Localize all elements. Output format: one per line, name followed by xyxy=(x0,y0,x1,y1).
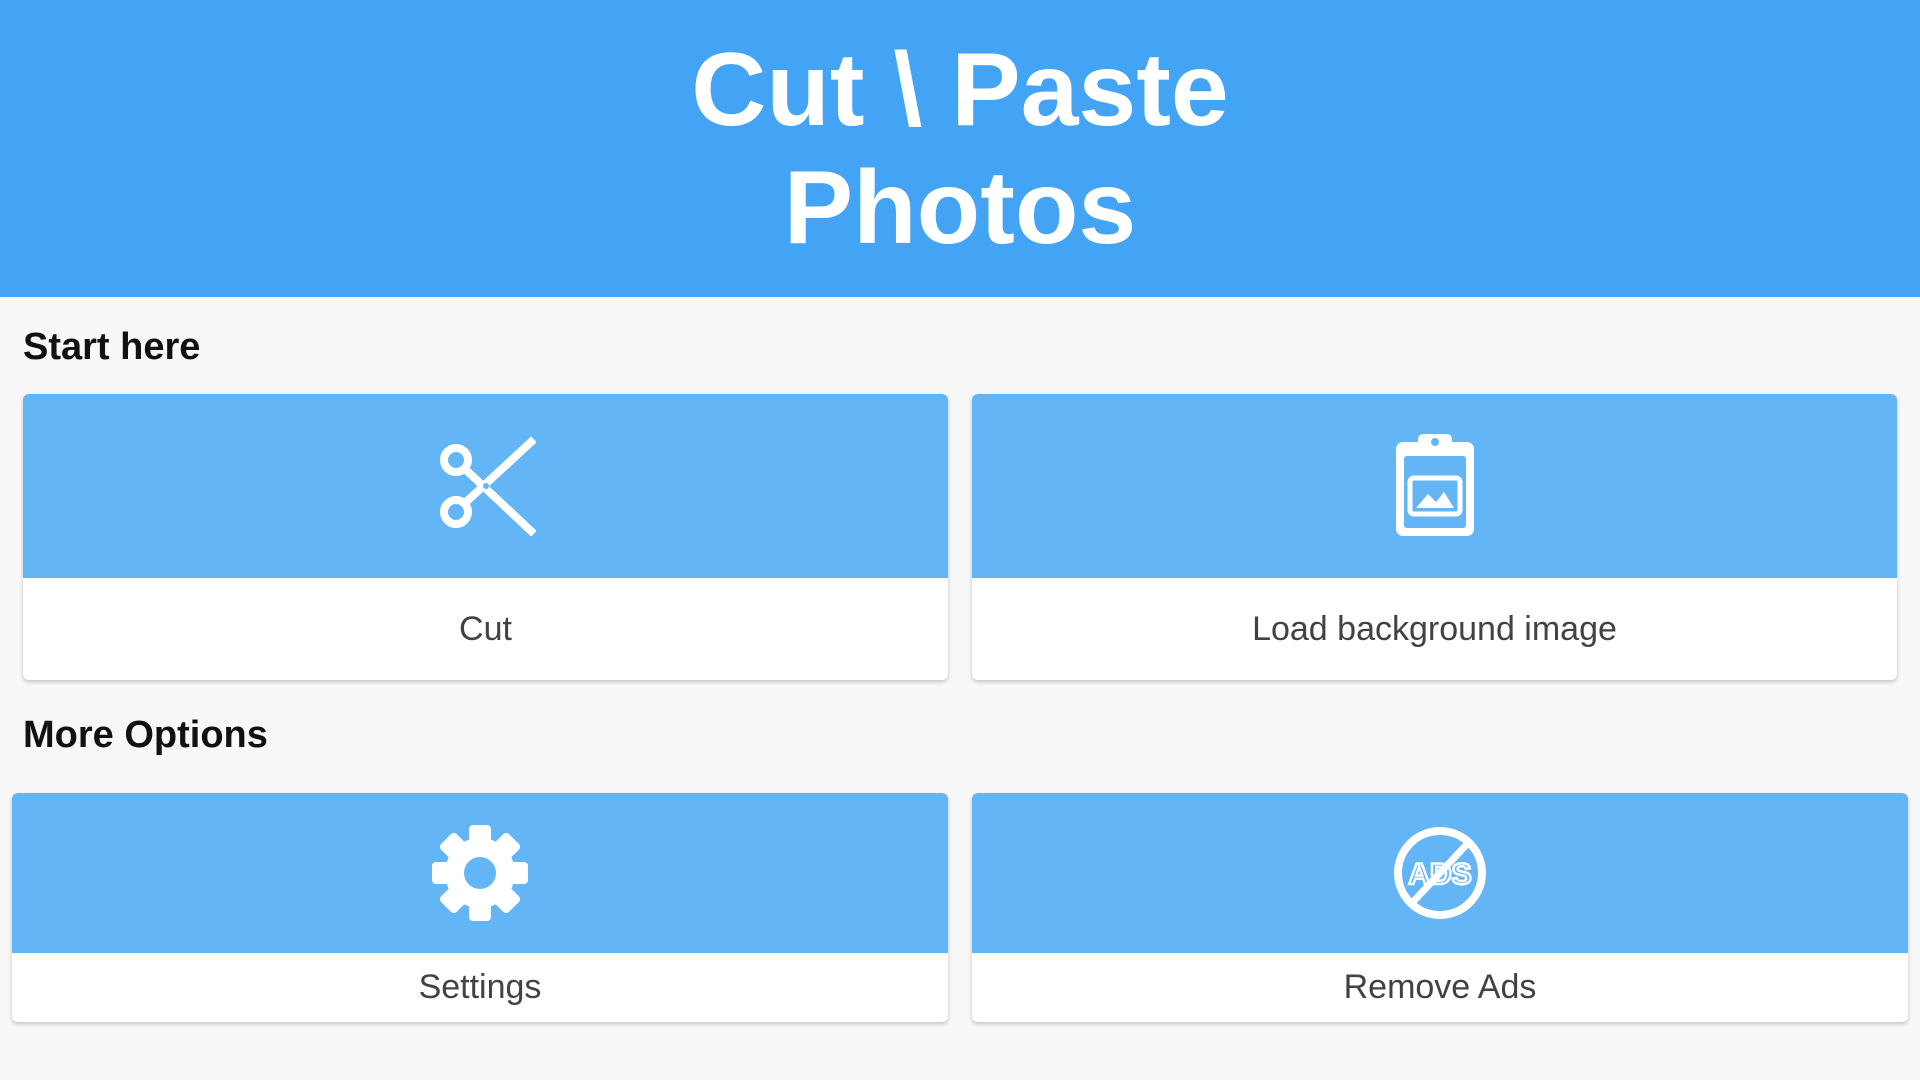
load-background-card-label: Load background image xyxy=(1252,609,1617,648)
remove-ads-card-icon-area: ADS xyxy=(972,793,1908,953)
scissors-icon xyxy=(436,436,536,536)
section-label-start-here: Start here xyxy=(23,326,201,368)
cut-card-icon-area xyxy=(23,394,948,578)
app-title: Cut \ Paste Photos xyxy=(691,31,1229,266)
load-background-image-card[interactable]: Load background image xyxy=(972,394,1897,680)
remove-ads-card-label: Remove Ads xyxy=(1343,968,1537,1006)
settings-card-label: Settings xyxy=(418,968,542,1006)
remove-ads-card[interactable]: ADS Remove Ads xyxy=(972,793,1908,1022)
gear-icon xyxy=(430,823,530,923)
settings-card-icon-area xyxy=(12,793,948,953)
cut-card[interactable]: Cut xyxy=(23,394,948,680)
load-background-card-icon-area xyxy=(972,394,1897,578)
section-label-more-options: More Options xyxy=(23,714,268,756)
no-ads-icon: ADS xyxy=(1390,823,1490,923)
settings-card[interactable]: Settings xyxy=(12,793,948,1022)
clipboard-image-icon xyxy=(1390,432,1480,540)
app-header: Cut \ Paste Photos xyxy=(0,0,1920,297)
cut-card-label: Cut xyxy=(459,609,512,648)
